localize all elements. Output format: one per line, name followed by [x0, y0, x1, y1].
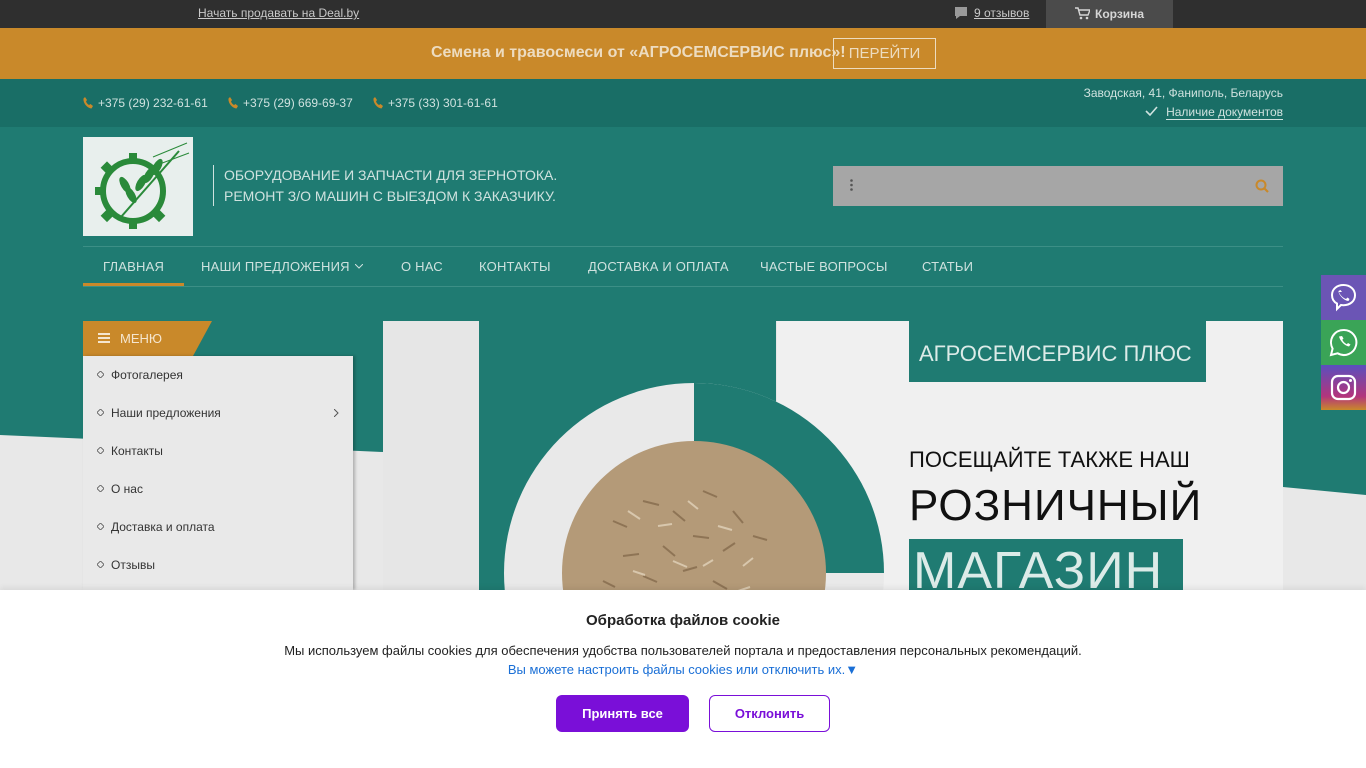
nav-about[interactable]: О НАС [401, 259, 443, 274]
sidebar-item-label: Наши предложения [111, 406, 221, 420]
promo-text: Семена и травосмеси от «АГРОСЕМСЕРВИС пл… [431, 44, 846, 61]
whatsapp-button[interactable] [1321, 320, 1366, 365]
nav-offers[interactable]: НАШИ ПРЕДЛОЖЕНИЯ [201, 259, 363, 274]
search-icon[interactable] [1253, 177, 1271, 195]
diamond-bullet-icon [97, 409, 104, 416]
cookie-configure-link[interactable]: Вы можете настроить файлы cookies или от… [0, 662, 1366, 677]
phone-1-number: +375 (29) 232-61-61 [98, 96, 208, 110]
whatsapp-icon [1329, 328, 1358, 357]
cookie-title: Обработка файлов cookie [586, 612, 780, 629]
reviews-link[interactable]: 9 отзывов [954, 6, 1029, 20]
nav-faq[interactable]: ЧАСТЫЕ ВОПРОСЫ [760, 259, 888, 274]
chevron-down-icon [354, 264, 363, 269]
check-icon [1145, 106, 1158, 116]
sidebar-item-offers[interactable]: Наши предложения [83, 394, 353, 432]
start-selling-link[interactable]: Начать продавать на Deal.by [198, 6, 359, 20]
instagram-button[interactable] [1321, 365, 1366, 410]
sidebar-item-about[interactable]: О нас [83, 470, 353, 508]
slide-headline-3: МАГАЗИН [909, 539, 1183, 590]
sidebar-item-delivery[interactable]: Доставка и оплата [83, 508, 353, 546]
phone-2-number: +375 (29) 669-69-37 [243, 96, 353, 110]
search-input[interactable] [865, 172, 1245, 200]
diamond-bullet-icon [97, 447, 104, 454]
slide-headline-1: ПОСЕЩАЙТЕ ТАКЖЕ НАШ [909, 447, 1190, 472]
more-dots-icon [850, 179, 853, 191]
documents-link[interactable]: Наличие документов [1145, 105, 1283, 120]
gear-wheat-logo-icon [95, 142, 190, 229]
tagline-line-1: ОБОРУДОВАНИЕ И ЗАПЧАСТИ ДЛЯ ЗЕРНОТОКА. [224, 167, 558, 183]
tagline-line-2: РЕМОНТ З/О МАШИН С ВЫЕЗДОМ К ЗАКАЗЧИКУ. [224, 188, 556, 204]
phone-3-number: +375 (33) 301-61-61 [388, 96, 498, 110]
phone-3[interactable]: +375 (33) 301-61-61 [373, 96, 498, 110]
sidebar-item-label: Отзывы [111, 558, 155, 572]
diamond-bullet-icon [97, 371, 104, 378]
top-bar: Начать продавать на Deal.by 9 отзывов Ко… [0, 0, 1366, 28]
cart-button[interactable]: Корзина [1046, 0, 1173, 28]
sidebar-item-reviews[interactable]: Отзывы [83, 546, 353, 584]
reject-button[interactable]: Отклонить [709, 695, 830, 732]
nav-contacts[interactable]: КОНТАКТЫ [479, 259, 551, 274]
sidebar-menu-header[interactable]: МЕНЮ [83, 321, 212, 356]
phone-icon [83, 97, 93, 109]
diamond-bullet-icon [97, 561, 104, 568]
nav-articles[interactable]: СТАТЬИ [922, 259, 973, 274]
hamburger-icon [98, 333, 110, 343]
chevron-right-icon [334, 409, 339, 417]
documents-link-label: Наличие документов [1166, 105, 1283, 120]
address: Заводская, 41, Фаниполь, Беларусь [1083, 86, 1283, 100]
nav-delivery[interactable]: ДОСТАВКА И ОПЛАТА [588, 259, 729, 274]
cookie-consent-panel: Обработка файлов cookie Мы используем фа… [0, 590, 1366, 768]
sidebar-menu: Фотогалерея Наши предложения Контакты О … [83, 356, 353, 590]
site-logo[interactable] [83, 137, 193, 236]
slide-headline-2: РОЗНИЧНЫЙ [909, 481, 1203, 530]
cookie-description: Мы используем файлы cookies для обеспече… [284, 643, 1082, 658]
slide-brand-label: АГРОСЕМСЕРВИС ПЛЮС [909, 321, 1206, 382]
cart-label: Корзина [1095, 7, 1145, 21]
sidebar-item-label: О нас [111, 482, 143, 496]
reviews-link-label: 9 отзывов [974, 6, 1030, 20]
contacts-bar: +375 (29) 232-61-61 +375 (29) 669-69-37 … [0, 79, 1366, 127]
nav-home[interactable]: ГЛАВНАЯ [83, 259, 185, 286]
sidebar-item-contacts[interactable]: Контакты [83, 432, 353, 470]
accept-all-button[interactable]: Принять все [556, 695, 689, 732]
sidebar-item-label: Фотогалерея [111, 368, 183, 382]
viber-button[interactable] [1321, 275, 1366, 320]
viber-icon [1330, 283, 1357, 312]
sidebar-item-label: Доставка и оплата [111, 520, 215, 534]
menu-title: МЕНЮ [120, 331, 163, 346]
promo-banner: Семена и травосмеси от «АГРОСЕМСЕРВИС пл… [0, 28, 1366, 79]
comment-icon [955, 7, 967, 19]
main-nav: ГЛАВНАЯ НАШИ ПРЕДЛОЖЕНИЯ О НАС КОНТАКТЫ … [83, 246, 1283, 287]
promo-go-button[interactable]: ПЕРЕЙТИ [833, 38, 936, 69]
search-box [833, 166, 1283, 206]
site-tagline: ОБОРУДОВАНИЕ И ЗАПЧАСТИ ДЛЯ ЗЕРНОТОКА. Р… [213, 165, 557, 206]
phone-1[interactable]: +375 (29) 232-61-61 [83, 96, 208, 110]
diamond-bullet-icon [97, 485, 104, 492]
sidebar-item-gallery[interactable]: Фотогалерея [83, 356, 353, 394]
instagram-icon [1330, 374, 1357, 401]
phone-icon [373, 97, 383, 109]
hero-slider[interactable]: АГРОСЕМСЕРВИС ПЛЮС ПОСЕЩАЙТЕ ТАКЖЕ НАШ Р… [383, 321, 1283, 590]
nav-offers-label: НАШИ ПРЕДЛОЖЕНИЯ [201, 259, 350, 274]
phone-icon [228, 97, 238, 109]
diamond-bullet-icon [97, 523, 104, 530]
cart-icon [1075, 7, 1090, 20]
phone-2[interactable]: +375 (29) 669-69-37 [228, 96, 353, 110]
sidebar-item-label: Контакты [111, 444, 163, 458]
